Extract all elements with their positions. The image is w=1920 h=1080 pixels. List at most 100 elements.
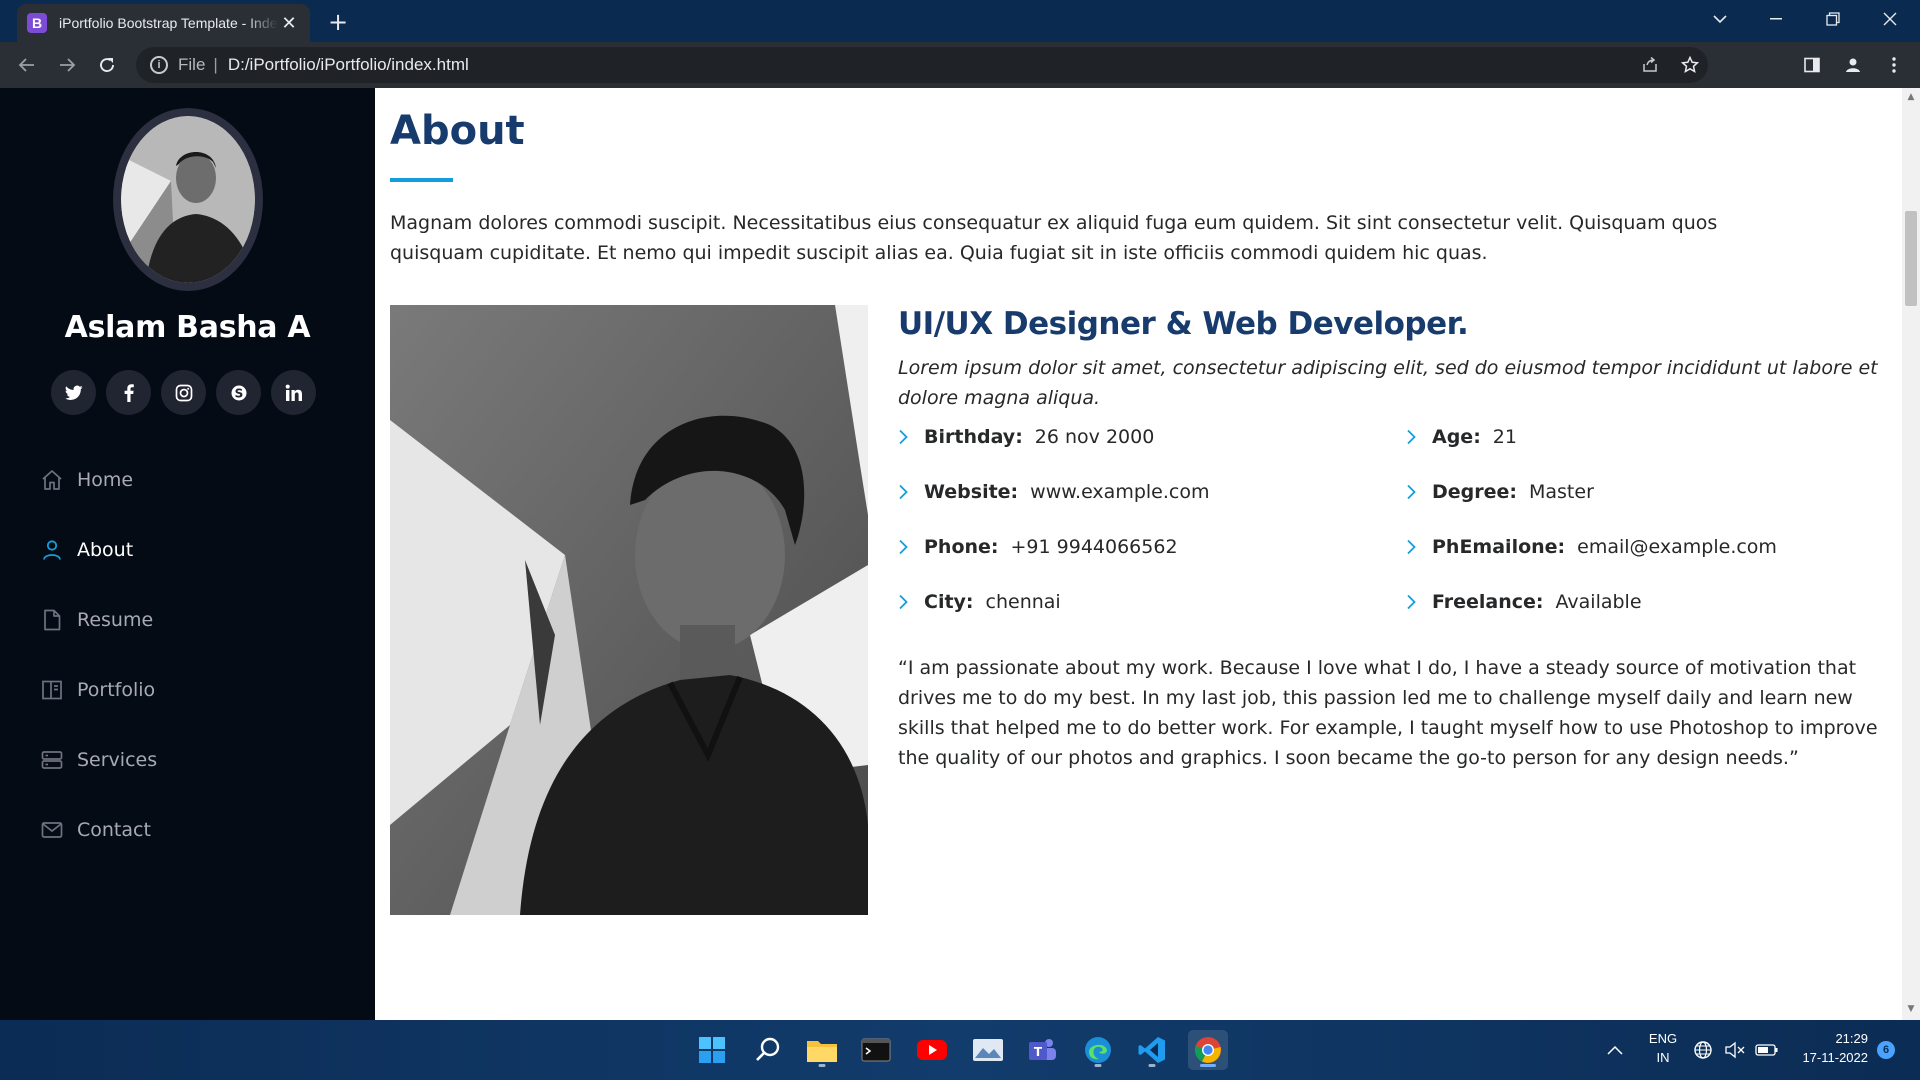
sidebar-item-services[interactable]: Services — [38, 725, 157, 795]
close-window-button[interactable] — [1862, 0, 1918, 38]
forward-arrow-icon[interactable] — [53, 51, 81, 79]
back-arrow-icon[interactable] — [13, 51, 41, 79]
notification-badge[interactable]: 6 — [1877, 1041, 1895, 1059]
fact-label: Phone: — [924, 536, 999, 558]
tab-search-icon[interactable] — [1692, 0, 1748, 38]
fact-age: Age: 21 — [1406, 426, 1517, 448]
sidebar-item-resume[interactable]: Resume — [38, 585, 157, 655]
chevron-right-icon — [1406, 427, 1420, 447]
photos-icon[interactable] — [968, 1030, 1008, 1070]
linkedin-icon[interactable] — [271, 370, 316, 415]
fact-label: Website: — [924, 481, 1019, 503]
social-links: S — [51, 370, 316, 415]
envelope-icon — [38, 816, 66, 844]
book-icon — [38, 676, 66, 704]
title-underline — [390, 178, 453, 182]
fact-label: PhEmailone: — [1432, 536, 1566, 558]
region-code: IN — [1656, 1050, 1670, 1065]
profile-icon[interactable] — [1839, 51, 1867, 79]
teams-icon[interactable]: T — [1022, 1030, 1062, 1070]
fact-label: Birthday: — [924, 426, 1023, 448]
share-icon[interactable] — [1636, 47, 1664, 83]
twitter-icon[interactable] — [51, 370, 96, 415]
address-scheme: File — [178, 55, 206, 74]
close-tab-icon[interactable]: ✕ — [278, 12, 300, 34]
minimize-button[interactable] — [1748, 0, 1804, 38]
vscode-icon[interactable] — [1132, 1030, 1172, 1070]
svg-text:T: T — [1034, 1045, 1043, 1059]
browser-menu-icon[interactable] — [1880, 51, 1908, 79]
youtube-icon[interactable] — [912, 1030, 952, 1070]
reload-icon[interactable] — [93, 51, 121, 79]
speaker-muted-icon[interactable] — [1718, 1030, 1752, 1070]
facebook-icon[interactable] — [106, 370, 151, 415]
sidebar-item-label: Home — [77, 469, 134, 491]
running-indicator — [1148, 1064, 1156, 1067]
sidebar-item-home[interactable]: Home — [38, 445, 157, 515]
scrollbar-thumb[interactable] — [1905, 211, 1917, 306]
terminal-icon[interactable] — [856, 1030, 896, 1070]
clock-date: 17-11-2022 — [1802, 1050, 1868, 1065]
file-explorer-icon[interactable] — [802, 1030, 842, 1070]
chevron-right-icon — [1406, 537, 1420, 557]
address-bar[interactable]: i File | D:/iPortfolio/iPortfolio/index.… — [136, 47, 1708, 83]
avatar — [113, 108, 263, 291]
sidebar-nav: Home About Resume Portfolio Services Con… — [38, 445, 157, 865]
browser-tab[interactable]: B iPortfolio Bootstrap Template - Index … — [17, 4, 310, 42]
sidebar-item-label: About — [77, 539, 134, 561]
scroll-up-icon[interactable]: ▲ — [1906, 92, 1916, 102]
chevron-right-icon — [898, 592, 912, 612]
server-icon — [38, 746, 66, 774]
chevron-right-icon — [1406, 592, 1420, 612]
site-info-icon[interactable]: i — [150, 56, 168, 74]
fact-label: Degree: — [1432, 481, 1517, 503]
new-tab-button[interactable]: + — [324, 8, 352, 36]
address-separator-icon: | — [213, 55, 218, 74]
fact-label: City: — [924, 591, 974, 613]
chevron-right-icon — [898, 482, 912, 502]
globe-network-icon[interactable] — [1686, 1030, 1720, 1070]
search-icon[interactable] — [748, 1030, 788, 1070]
fact-value: 21 — [1492, 426, 1517, 448]
page-scrollbar[interactable]: ▲ ▼ — [1902, 88, 1920, 1020]
about-intro: Magnam dolores commodi suscipit. Necessi… — [390, 212, 1718, 264]
windows-start-icon[interactable] — [692, 1030, 732, 1070]
profile-photo-large — [390, 305, 868, 915]
fact-label: Age: — [1432, 426, 1481, 448]
side-panel-icon[interactable] — [1798, 51, 1826, 79]
svg-text:S: S — [234, 386, 243, 400]
clock[interactable]: 21:29 17-11-2022 — [1790, 1029, 1868, 1067]
sidebar-item-contact[interactable]: Contact — [38, 795, 157, 865]
edge-icon[interactable] — [1078, 1030, 1118, 1070]
chrome-icon[interactable] — [1188, 1030, 1228, 1070]
chevron-right-icon — [1406, 482, 1420, 502]
sidebar-item-portfolio[interactable]: Portfolio — [38, 655, 157, 725]
input-language-indicator[interactable]: ENG IN — [1645, 1029, 1681, 1067]
scroll-down-icon[interactable]: ▼ — [1906, 1004, 1916, 1014]
sidebar-item-label: Services — [77, 749, 158, 771]
battery-icon[interactable] — [1750, 1030, 1784, 1070]
chevron-right-icon — [898, 427, 912, 447]
tab-title: iPortfolio Bootstrap Template - Index — [59, 15, 278, 31]
language-code: ENG — [1648, 1031, 1678, 1046]
fact-label: Freelance: — [1432, 591, 1544, 613]
page-title: About — [390, 108, 525, 154]
fact-value: www.example.com — [1030, 481, 1210, 503]
sidebar-item-label: Resume — [77, 609, 154, 631]
fact-value: chennai — [985, 591, 1061, 613]
fact-freelance: Freelance: Available — [1406, 591, 1642, 613]
profile-photo — [121, 116, 255, 283]
person-icon — [38, 536, 66, 564]
instagram-icon[interactable] — [161, 370, 206, 415]
sidebar-item-label: Portfolio — [77, 679, 156, 701]
address-url[interactable]: D:/iPortfolio/iPortfolio/index.html — [228, 55, 469, 75]
chevron-right-icon — [898, 537, 912, 557]
sidebar-item-about[interactable]: About — [38, 515, 157, 585]
skype-icon[interactable]: S — [216, 370, 261, 415]
clock-time: 21:29 — [1835, 1031, 1868, 1046]
restore-button[interactable] — [1805, 0, 1861, 38]
show-hidden-icons-icon[interactable] — [1595, 1030, 1635, 1070]
role-heading: UI/UX Designer & Web Developer. — [898, 306, 1469, 342]
bookmark-star-icon[interactable] — [1676, 47, 1704, 83]
profile-name: Aslam Basha A — [64, 310, 311, 345]
